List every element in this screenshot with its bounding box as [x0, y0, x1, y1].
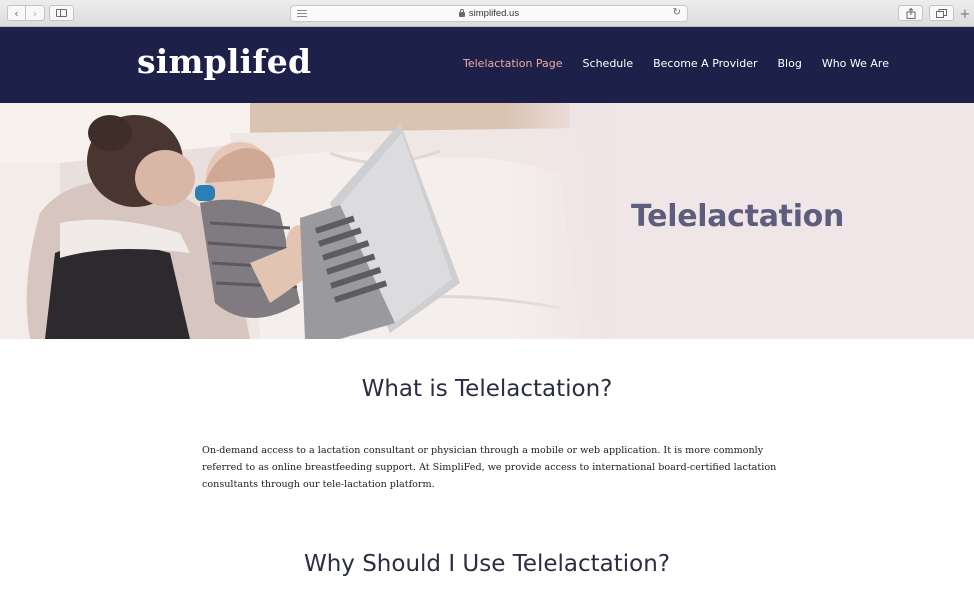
sidebar-icon [56, 9, 67, 17]
hero-title: Telelactation [631, 199, 845, 234]
section-title-what-is: What is Telelactation? [361, 376, 613, 402]
history-buttons: ‹ › [7, 5, 45, 21]
reload-icon[interactable]: ↻ [673, 7, 681, 18]
tabs-icon [936, 8, 947, 18]
nav-schedule[interactable]: Schedule [583, 57, 634, 70]
site-header: simplifed Telelactation Page Schedule Be… [0, 27, 974, 103]
nav-telelactation-page[interactable]: Telelactation Page [463, 57, 563, 70]
lock-icon [458, 9, 465, 17]
chevron-right-icon: › [32, 6, 38, 20]
nav-become-a-provider[interactable]: Become A Provider [653, 57, 757, 70]
hero-banner: Telelactation [0, 103, 974, 339]
back-button[interactable]: ‹ [7, 5, 26, 21]
nav-blog[interactable]: Blog [778, 57, 802, 70]
chevron-left-icon: ‹ [14, 6, 19, 20]
reader-icon[interactable] [297, 10, 307, 17]
site-logo[interactable]: simplifed [137, 42, 311, 81]
main-nav: Telelactation Page Schedule Become A Pro… [463, 57, 909, 70]
section-body-what-is: On-demand access to a lactation consulta… [202, 445, 777, 490]
section-title-why-use: Why Should I Use Telelactation? [303, 551, 671, 577]
browser-toolbar: ‹ › simplifed.us ↻ + [0, 0, 974, 27]
nav-who-we-are[interactable]: Who We Are [822, 57, 889, 70]
share-icon [906, 7, 915, 19]
address-bar[interactable]: simplifed.us ↻ [290, 5, 688, 22]
tabs-overview-button[interactable] [929, 5, 954, 21]
forward-button[interactable]: › [26, 5, 45, 21]
url-text: simplifed.us [468, 8, 520, 19]
plus-icon: + [959, 7, 971, 22]
new-tab-button[interactable]: + [958, 6, 972, 24]
share-button[interactable] [898, 5, 923, 21]
sidebar-button[interactable] [49, 5, 74, 21]
